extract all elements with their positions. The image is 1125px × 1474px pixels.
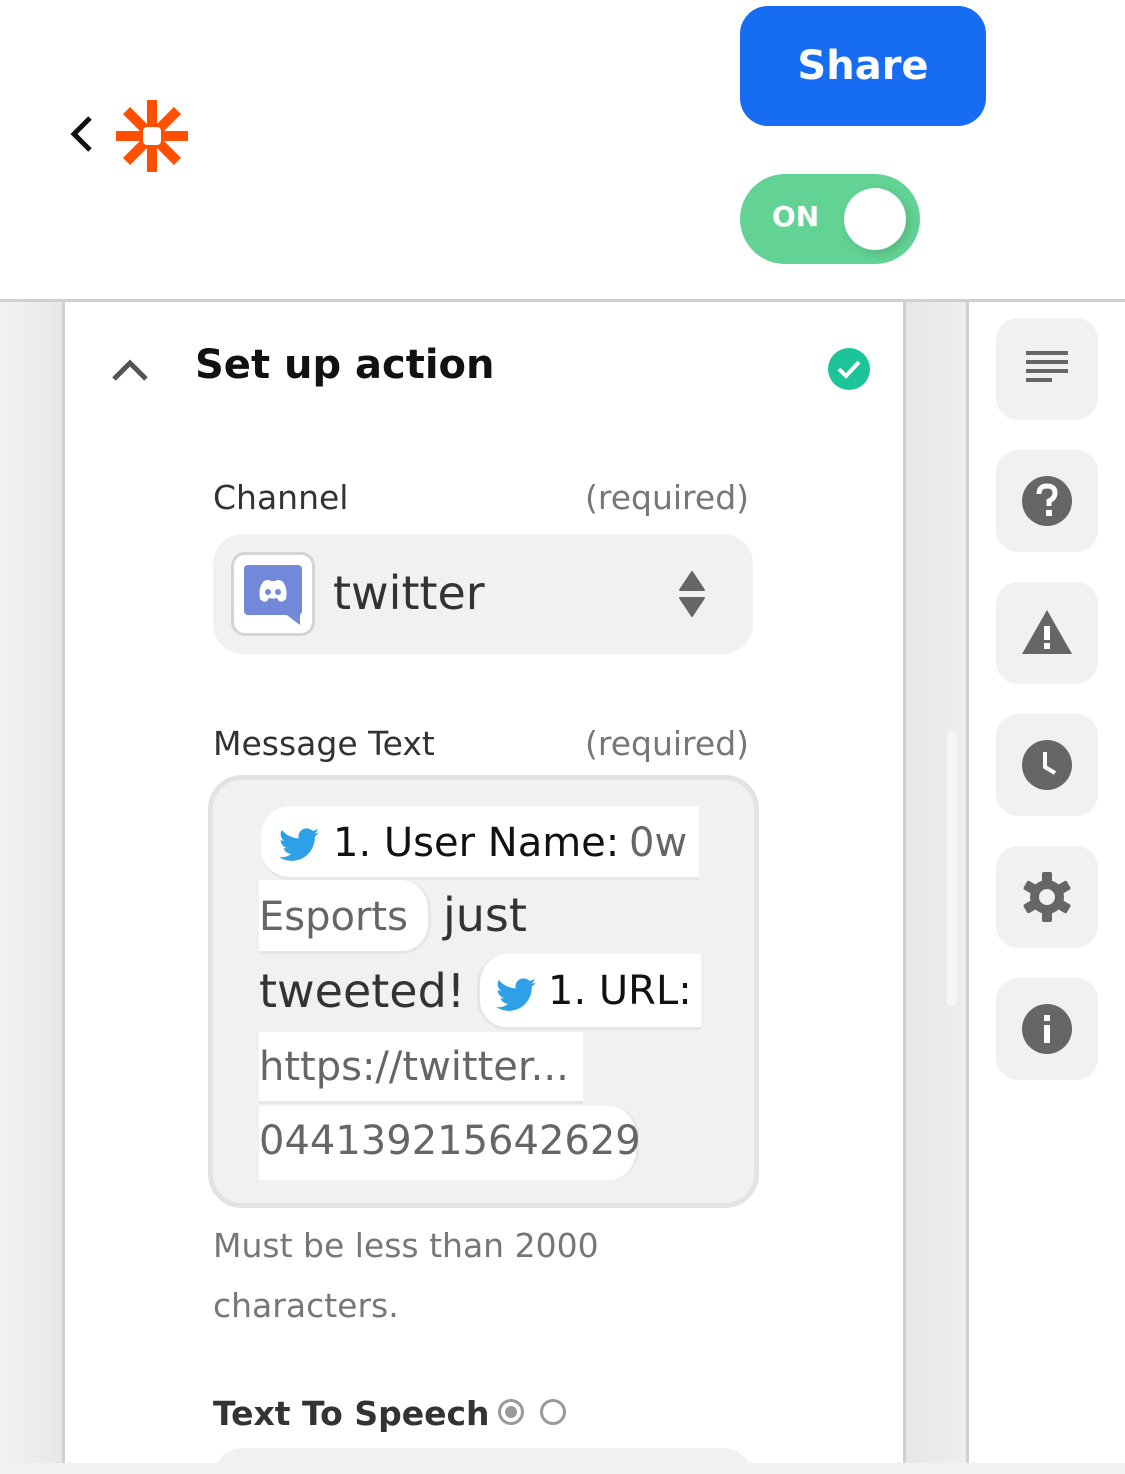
gear-icon [1023, 872, 1071, 922]
action-setup-panel: Set up action Channel (required) twitter… [65, 302, 903, 1474]
sidebar-item-history[interactable] [996, 714, 1098, 816]
top-header: Share ON [0, 0, 1125, 300]
chevron-left-icon [70, 116, 92, 152]
token-key: 1. URL: [548, 968, 692, 1014]
token-value: Esports [259, 894, 408, 940]
message-plain-text: tweeted! [259, 964, 466, 1018]
toggle-label: ON [772, 200, 820, 233]
text-to-speech-radio-true[interactable] [498, 1399, 524, 1425]
bottom-bar [0, 1463, 1125, 1474]
message-help-text: characters. [213, 1286, 399, 1325]
share-button[interactable]: Share [740, 6, 986, 126]
sidebar-item-help[interactable] [996, 450, 1098, 552]
channel-select[interactable]: twitter [213, 534, 753, 654]
sidebar-item-info[interactable] [996, 978, 1098, 1080]
scroll-track [906, 302, 966, 1474]
channel-label: Channel [213, 478, 349, 517]
radio-selected-dot [505, 1406, 517, 1418]
app-icon-box [231, 552, 315, 636]
sidebar-border [966, 302, 969, 1474]
text-to-speech-radio-false[interactable] [540, 1399, 566, 1425]
toggle-knob [844, 188, 906, 250]
sidebar-item-settings[interactable] [996, 846, 1098, 948]
check-circle-icon [828, 348, 870, 390]
user-name-token[interactable]: 1. User Name: 0w [261, 806, 699, 880]
url-token[interactable]: 1. URL: [477, 954, 701, 1030]
channel-required: (required) [585, 478, 750, 517]
sidebar-item-alerts[interactable] [996, 582, 1098, 684]
token-value: https://twitter... [259, 1044, 569, 1090]
message-help-text: Must be less than 2000 [213, 1226, 599, 1265]
back-button[interactable] [64, 112, 98, 156]
user-name-token-cont[interactable]: Esports [259, 880, 431, 954]
warning-triangle-icon [1022, 610, 1072, 654]
twitter-icon [496, 978, 536, 1011]
zapier-logo[interactable] [114, 98, 190, 174]
twitter-icon [279, 828, 319, 861]
text-to-speech-label: Text To Speech [213, 1394, 490, 1433]
list-lines-icon [1026, 351, 1068, 382]
zapier-asterisk-logo-icon [116, 100, 188, 172]
collapse-section-button[interactable] [109, 354, 151, 384]
help-circle-icon [1022, 476, 1072, 526]
clock-icon [1022, 740, 1072, 790]
token-value: 044139215642629 [259, 1118, 641, 1164]
token-key: 1. User Name: [333, 820, 620, 866]
url-token-cont[interactable]: 044139215642629 [259, 1106, 641, 1180]
message-plain-text: just [443, 888, 527, 942]
message-text-input[interactable]: 1. User Name: 0w Esports just tweeted! 1… [208, 775, 759, 1208]
token-value: 0w [629, 820, 688, 866]
channel-value: twitter [333, 566, 485, 620]
url-token-cont[interactable]: https://twitter... [259, 1032, 583, 1104]
message-text-label: Message Text [213, 724, 435, 763]
message-text-required: (required) [585, 724, 750, 763]
chevron-up-icon [112, 359, 148, 381]
sort-arrows-icon [679, 571, 705, 617]
left-gutter [0, 302, 62, 1474]
section-title: Set up action [195, 342, 495, 388]
info-circle-icon [1022, 1004, 1072, 1054]
sidebar-item-details[interactable] [996, 318, 1098, 420]
zap-on-toggle[interactable]: ON [740, 174, 920, 264]
discord-icon [244, 565, 302, 625]
scrollbar-thumb[interactable] [947, 731, 957, 1007]
